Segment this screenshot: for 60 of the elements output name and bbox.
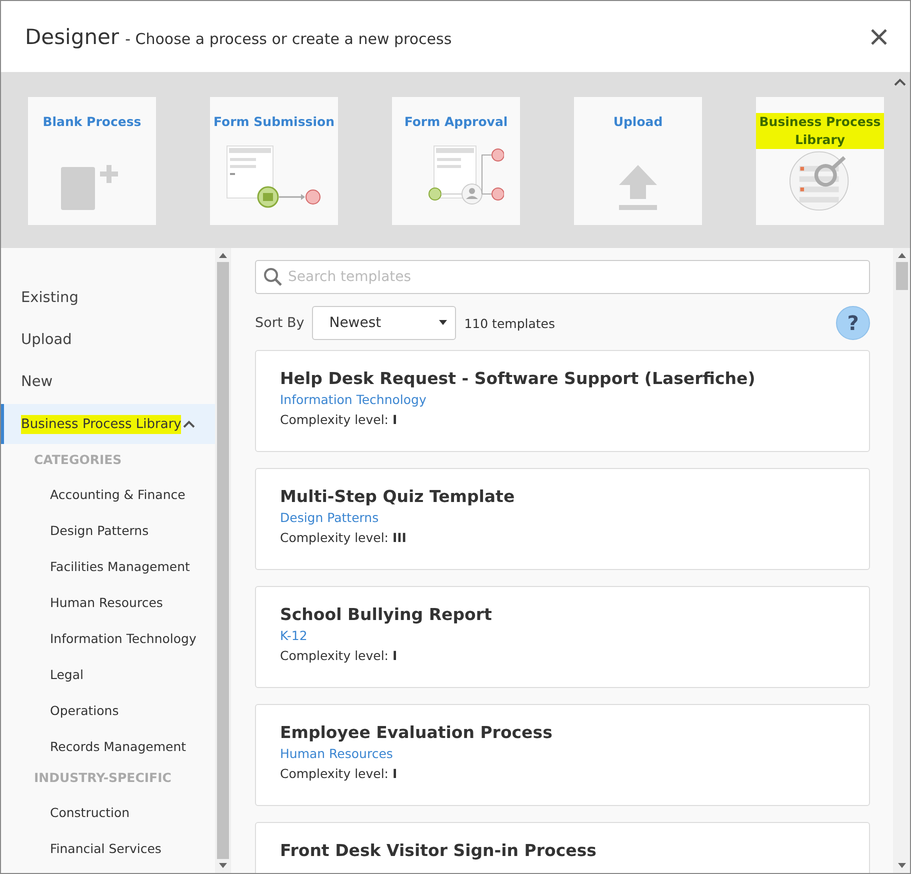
dropdown-caret-icon (439, 320, 448, 326)
template-title: Employee Evaluation Process (280, 723, 554, 742)
complexity-level: Complexity level: I (280, 766, 398, 781)
search-icon (263, 267, 283, 287)
template-count: 110 templates (464, 316, 555, 330)
sort-dropdown[interactable]: Newest (312, 306, 456, 340)
category-link[interactable]: K-12 (280, 628, 845, 643)
sidebar-item[interactable]: Upload (1, 320, 215, 360)
process-tile[interactable]: Business Process Library (756, 97, 884, 225)
sidebar-item[interactable]: Business Process Library (1, 404, 215, 444)
category-heading: CATEGORIES (33, 451, 123, 469)
template-title: Multi-Step Quiz Template (280, 487, 516, 506)
category-item[interactable]: Design Patterns (1, 512, 215, 548)
window-title: Designer (25, 24, 120, 48)
category-item[interactable]: Accounting & Finance (1, 476, 215, 512)
template-card[interactable]: Help Desk Request - Software Support (Laserfiche) Information Technology Complexity level: I (255, 350, 870, 452)
category-link[interactable]: Information Technology (280, 392, 845, 407)
close-icon[interactable] (870, 28, 888, 46)
window-subtitle: - Choose a process or create a new process (125, 30, 452, 48)
main-scrollbar[interactable] (893, 248, 910, 873)
category-item[interactable]: Financial Services (1, 830, 215, 866)
template-title: School Bullying Report (280, 605, 493, 624)
template-title: Help Desk Request - Software Support (Laserfiche) (280, 369, 756, 388)
sidebar-item[interactable]: Existing (1, 278, 215, 318)
upload-arrow-icon (618, 165, 658, 211)
help-button[interactable]: ? (836, 306, 870, 340)
category-item[interactable]: Information Technology (1, 620, 215, 656)
scroll-thumb[interactable] (216, 262, 228, 859)
scroll-thumb[interactable] (896, 262, 908, 290)
sort-label: Sort By (255, 315, 304, 331)
collapse-caret-icon[interactable] (183, 420, 196, 428)
category-item[interactable]: Records Management (1, 728, 215, 764)
category-item[interactable]: Facilities Management (1, 548, 215, 584)
scroll-up-icon[interactable] (898, 252, 906, 258)
process-tile[interactable]: Upload (574, 97, 702, 225)
category-item[interactable]: Construction (1, 794, 215, 830)
category-item[interactable]: Human Resources (1, 584, 215, 620)
complexity-level: Complexity level: III (280, 530, 408, 545)
category-link[interactable]: Design Patterns (280, 510, 845, 525)
scroll-down-icon[interactable] (898, 863, 906, 869)
template-card[interactable]: Employee Evaluation Process Human Resources Complexity level: I (255, 704, 870, 806)
sidebar-scrollbar[interactable] (215, 248, 230, 873)
search-field[interactable]: Search templates (255, 260, 870, 294)
template-card[interactable]: Front Desk Visitor Sign-in Process (255, 822, 870, 873)
template-card[interactable]: School Bullying Report K-12 Complexity level: I (255, 586, 870, 688)
process-tile[interactable]: Form Submission (210, 97, 338, 225)
category-item[interactable]: Legal (1, 656, 215, 692)
scroll-down-icon[interactable] (218, 863, 226, 869)
complexity-level: Complexity level: I (280, 648, 398, 663)
sidebar-item[interactable]: New (1, 362, 215, 402)
template-card[interactable]: Multi-Step Quiz Template Design Patterns Complexity level: III (255, 468, 870, 570)
process-tile[interactable]: Blank Process (28, 97, 156, 225)
category-link[interactable]: Human Resources (280, 746, 845, 761)
template-title: Front Desk Visitor Sign-in Process (280, 841, 598, 860)
process-tile[interactable]: Form Approval (392, 97, 520, 225)
category-item[interactable]: Operations (1, 692, 215, 728)
complexity-level: Complexity level: I (280, 412, 398, 427)
category-heading: INDUSTRY-SPECIFIC (33, 769, 172, 787)
scroll-up-icon[interactable] (218, 252, 226, 258)
collapse-caret-icon[interactable] (894, 78, 906, 86)
